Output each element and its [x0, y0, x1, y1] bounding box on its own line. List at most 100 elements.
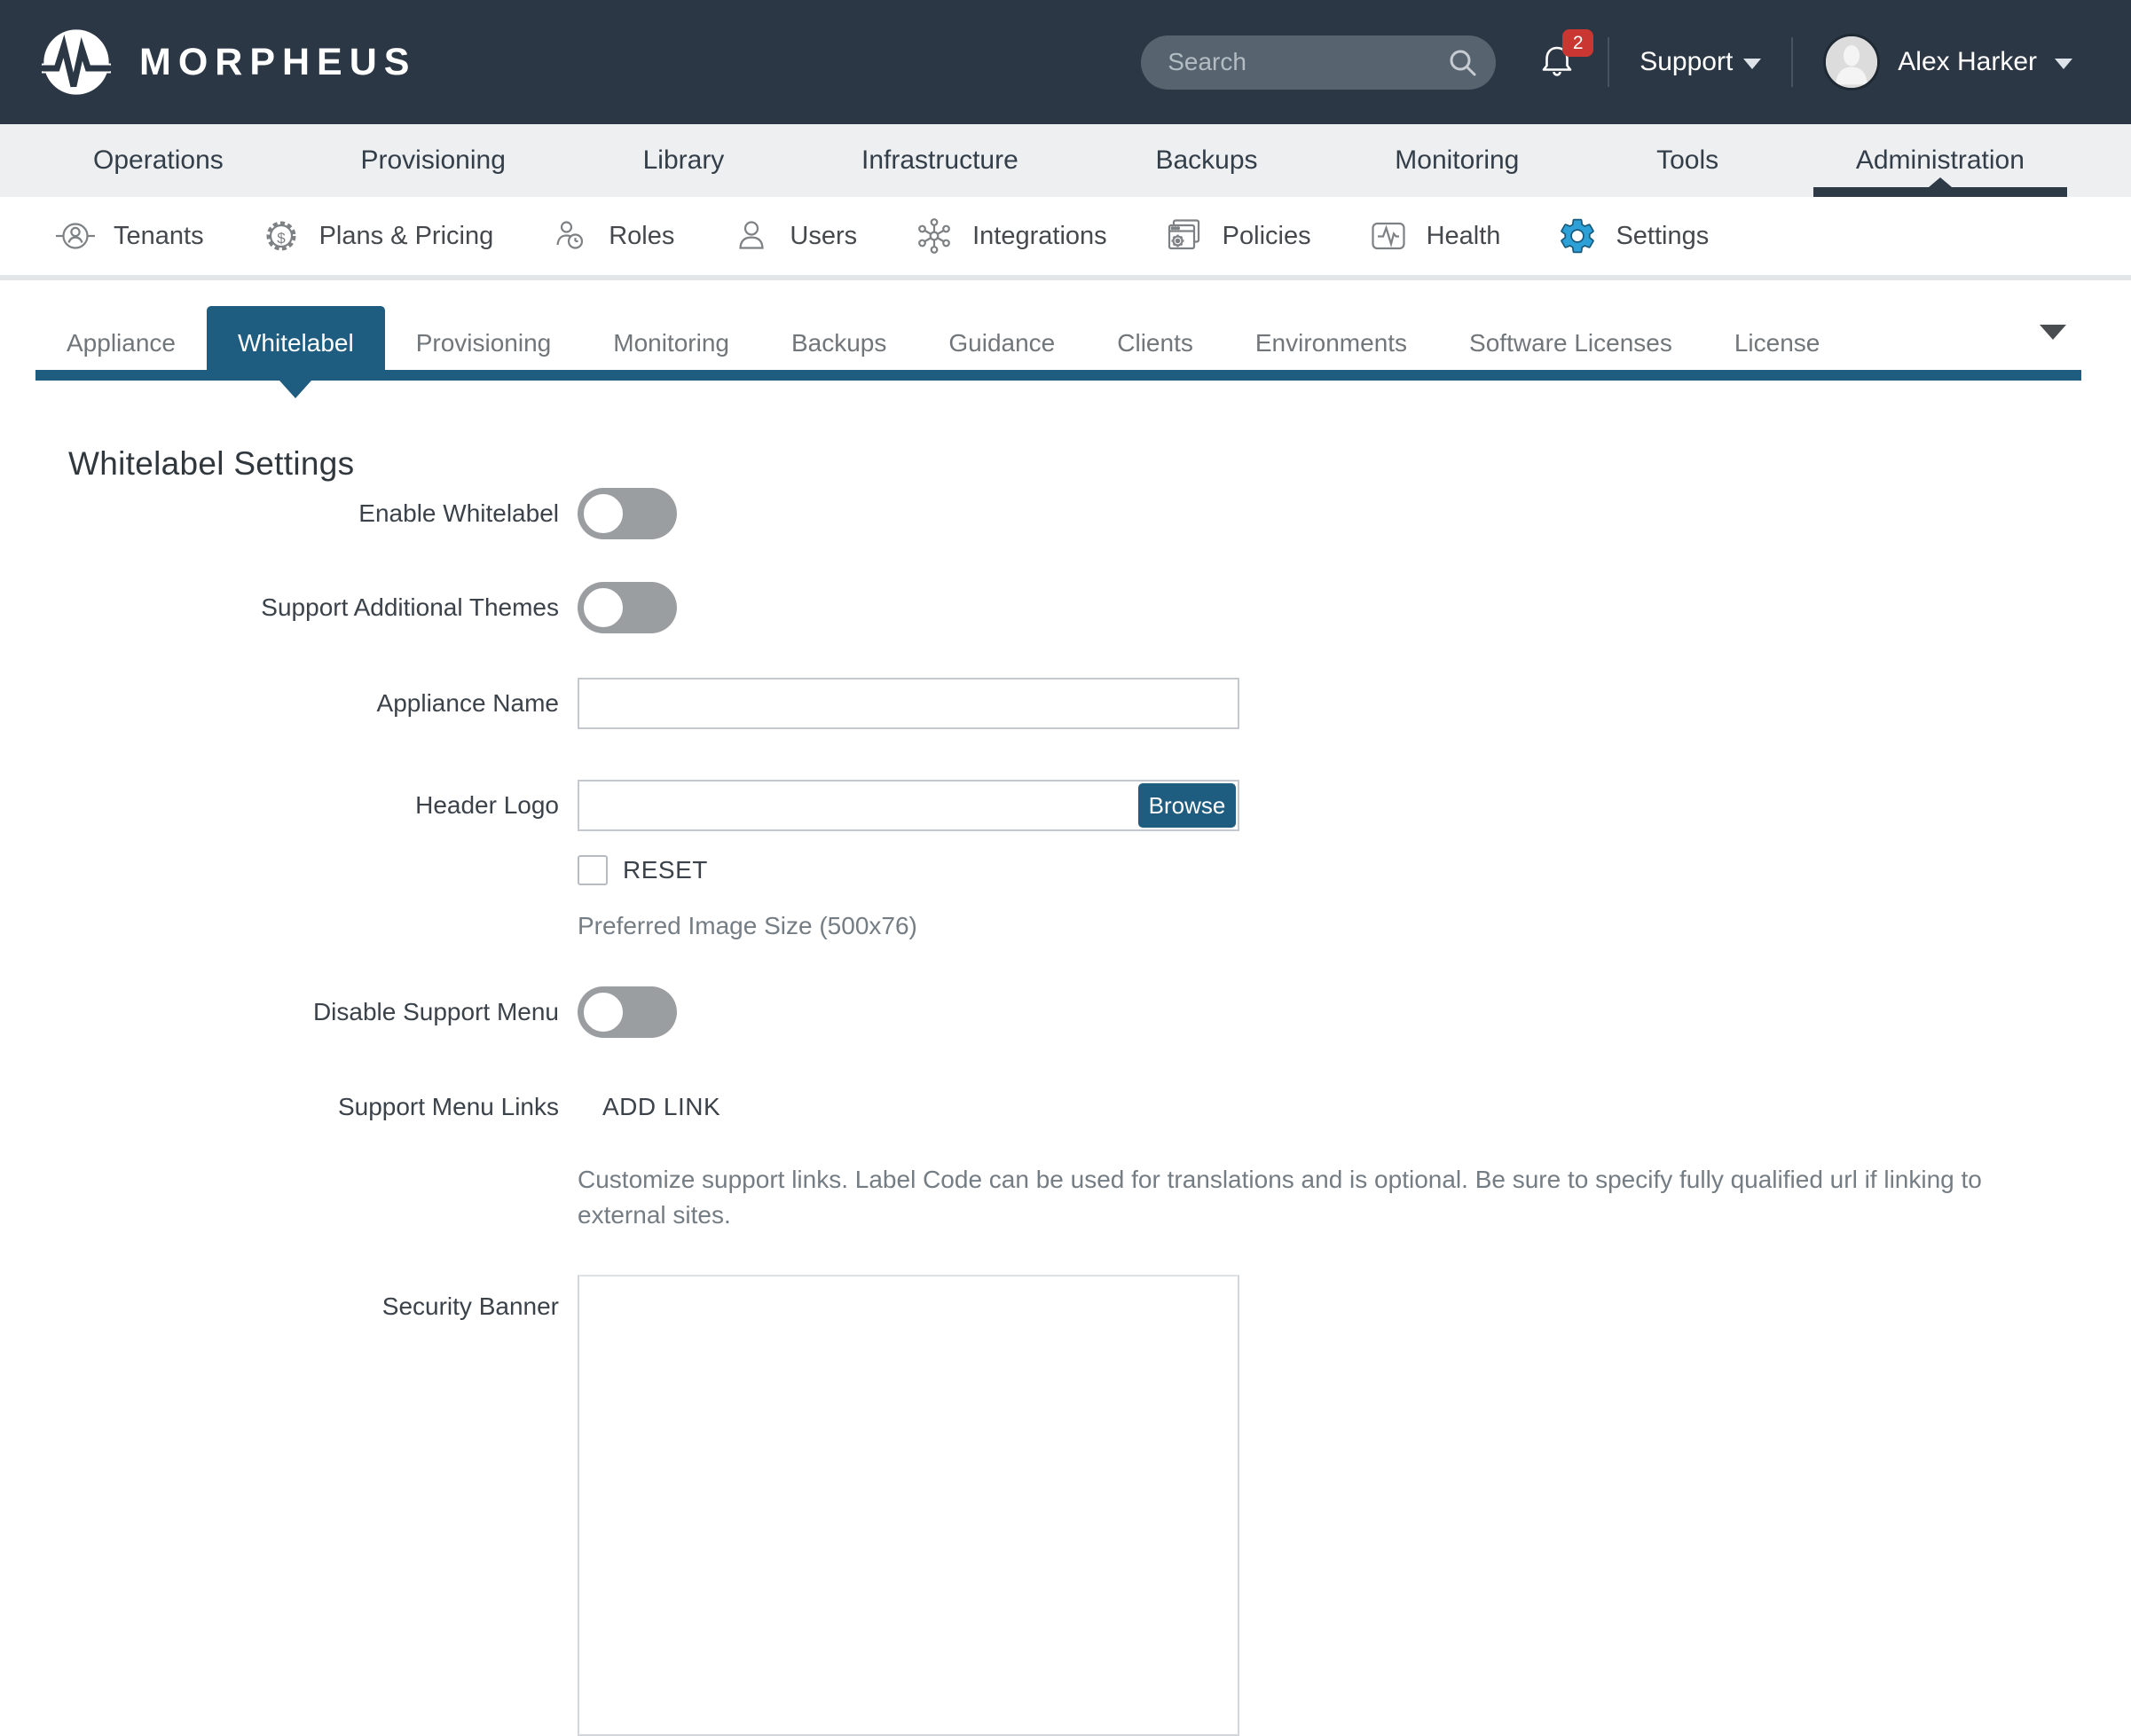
- policies-icon: [1164, 216, 1205, 256]
- add-link-button[interactable]: ADD LINK: [602, 1093, 720, 1121]
- page: MORPHEUS 2 Support: [0, 0, 2131, 1629]
- toggle-knob: [580, 585, 626, 631]
- tab-license[interactable]: License: [1703, 306, 1852, 381]
- search-input[interactable]: [1141, 48, 1541, 76]
- brand-name: MORPHEUS: [139, 41, 416, 84]
- header-logo-file-field: Browse: [578, 780, 1239, 831]
- tab-label: Appliance: [67, 329, 176, 357]
- subnav-label: Plans & Pricing: [319, 222, 494, 251]
- tab-environments[interactable]: Environments: [1224, 306, 1438, 381]
- tab-label: Environments: [1255, 329, 1407, 357]
- main-nav-monitoring[interactable]: Monitoring: [1368, 124, 1545, 197]
- subnav-policies[interactable]: Policies: [1164, 216, 1311, 256]
- avatar: [1823, 34, 1880, 90]
- health-icon: [1368, 216, 1409, 256]
- integrations-icon: [914, 216, 955, 256]
- support-links-description-row: Customize support links. Label Code can …: [68, 1162, 2131, 1233]
- notifications-button[interactable]: 2: [1537, 42, 1577, 82]
- reset-row: RESET: [68, 855, 2131, 885]
- tab-provisioning[interactable]: Provisioning: [385, 306, 583, 381]
- main-nav-infrastructure[interactable]: Infrastructure: [835, 124, 1045, 197]
- svg-text:$: $: [277, 230, 286, 247]
- disable-support-menu-toggle[interactable]: [578, 986, 677, 1038]
- tab-label: Backups: [791, 329, 886, 357]
- tab-backups[interactable]: Backups: [760, 306, 917, 381]
- app-header: MORPHEUS 2 Support: [0, 0, 2131, 124]
- chevron-down-icon: [1743, 59, 1761, 69]
- main-nav-label: Provisioning: [360, 145, 505, 176]
- toggle-knob: [580, 491, 626, 537]
- subnav-users[interactable]: Users: [731, 216, 857, 256]
- main-nav-operations[interactable]: Operations: [67, 124, 250, 197]
- support-additional-themes-label: Support Additional Themes: [68, 593, 559, 622]
- enable-whitelabel-row: Enable Whitelabel: [68, 488, 2131, 539]
- main-nav-administration[interactable]: Administration: [1829, 124, 2051, 197]
- subnav-label: Integrations: [972, 222, 1107, 251]
- morpheus-logo-icon: [42, 27, 111, 97]
- tabs-row: Appliance Whitelabel Provisioning Monito…: [35, 306, 1851, 381]
- main-nav-backups[interactable]: Backups: [1128, 124, 1284, 197]
- subnav-label: Policies: [1223, 222, 1311, 251]
- subnav-health[interactable]: Health: [1368, 216, 1501, 256]
- search-icon: [1448, 48, 1478, 78]
- user-menu[interactable]: Alex Harker: [1823, 34, 2072, 90]
- main-nav-library[interactable]: Library: [617, 124, 751, 197]
- main-nav: Operations Provisioning Library Infrastr…: [0, 124, 2131, 197]
- page-title: Whitelabel Settings: [68, 445, 2131, 483]
- main-nav-label: Backups: [1155, 145, 1257, 176]
- main-nav-provisioning[interactable]: Provisioning: [334, 124, 531, 197]
- admin-subnav: Tenants $ Plans & Pricing Roles: [0, 197, 2131, 280]
- image-size-helper-row: Preferred Image Size (500x76): [68, 912, 2131, 940]
- tab-software-licenses[interactable]: Software Licenses: [1438, 306, 1703, 381]
- subnav-settings[interactable]: Settings: [1557, 216, 1709, 256]
- enable-whitelabel-toggle[interactable]: [578, 488, 677, 539]
- header-logo-label: Header Logo: [68, 791, 559, 820]
- tab-clients[interactable]: Clients: [1086, 306, 1224, 381]
- browse-button[interactable]: Browse: [1138, 783, 1236, 828]
- tab-label: Software Licenses: [1469, 329, 1672, 357]
- settings-gear-icon: [1557, 216, 1598, 256]
- support-additional-themes-toggle[interactable]: [578, 582, 677, 633]
- brand[interactable]: MORPHEUS: [42, 27, 416, 97]
- support-menu-links-row: Support Menu Links ADD LINK: [68, 1093, 2131, 1121]
- active-nav-underline: [1813, 187, 2067, 197]
- main-nav-label: Tools: [1656, 145, 1718, 176]
- support-label: Support: [1640, 47, 1733, 77]
- support-menu[interactable]: Support: [1640, 47, 1761, 77]
- notification-badge: 2: [1562, 29, 1593, 57]
- security-banner-textarea[interactable]: [578, 1275, 1239, 1736]
- search-box[interactable]: [1141, 35, 1496, 90]
- enable-whitelabel-label: Enable Whitelabel: [68, 499, 559, 528]
- subnav-plans-pricing[interactable]: $ Plans & Pricing: [261, 216, 494, 256]
- support-links-description: Customize support links. Label Code can …: [578, 1162, 2067, 1233]
- active-tab-notch: [279, 381, 311, 398]
- reset-checkbox[interactable]: [578, 855, 608, 885]
- subnav-tenants[interactable]: Tenants: [55, 216, 204, 256]
- main-nav-label: Infrastructure: [861, 145, 1018, 176]
- main-nav-tools[interactable]: Tools: [1630, 124, 1745, 197]
- support-additional-themes-row: Support Additional Themes: [68, 582, 2131, 633]
- subnav-label: Users: [790, 222, 857, 251]
- avatar-person-icon: [1826, 36, 1877, 88]
- reset-label: RESET: [623, 856, 708, 884]
- more-tabs-caret-icon[interactable]: [2040, 325, 2066, 340]
- header-divider: [1791, 37, 1793, 87]
- subnav-roles[interactable]: Roles: [550, 216, 674, 256]
- appliance-name-input[interactable]: [578, 678, 1239, 729]
- tab-whitelabel[interactable]: Whitelabel: [207, 306, 385, 381]
- tab-appliance[interactable]: Appliance: [35, 306, 207, 381]
- settings-tabs: Appliance Whitelabel Provisioning Monito…: [0, 280, 2131, 396]
- subnav-label: Roles: [609, 222, 674, 251]
- tab-label: Clients: [1117, 329, 1193, 357]
- active-nav-notch: [1929, 177, 1952, 187]
- user-name: Alex Harker: [1898, 47, 2037, 77]
- subnav-label: Tenants: [114, 222, 204, 251]
- support-menu-links-label: Support Menu Links: [68, 1093, 559, 1121]
- tab-monitoring[interactable]: Monitoring: [582, 306, 760, 381]
- tab-guidance[interactable]: Guidance: [917, 306, 1086, 381]
- main-nav-label: Monitoring: [1395, 145, 1519, 176]
- plans-pricing-icon: $: [261, 216, 302, 256]
- main-nav-label: Administration: [1856, 145, 2025, 176]
- subnav-integrations[interactable]: Integrations: [914, 216, 1107, 256]
- header-logo-row: Header Logo Browse: [68, 780, 2131, 831]
